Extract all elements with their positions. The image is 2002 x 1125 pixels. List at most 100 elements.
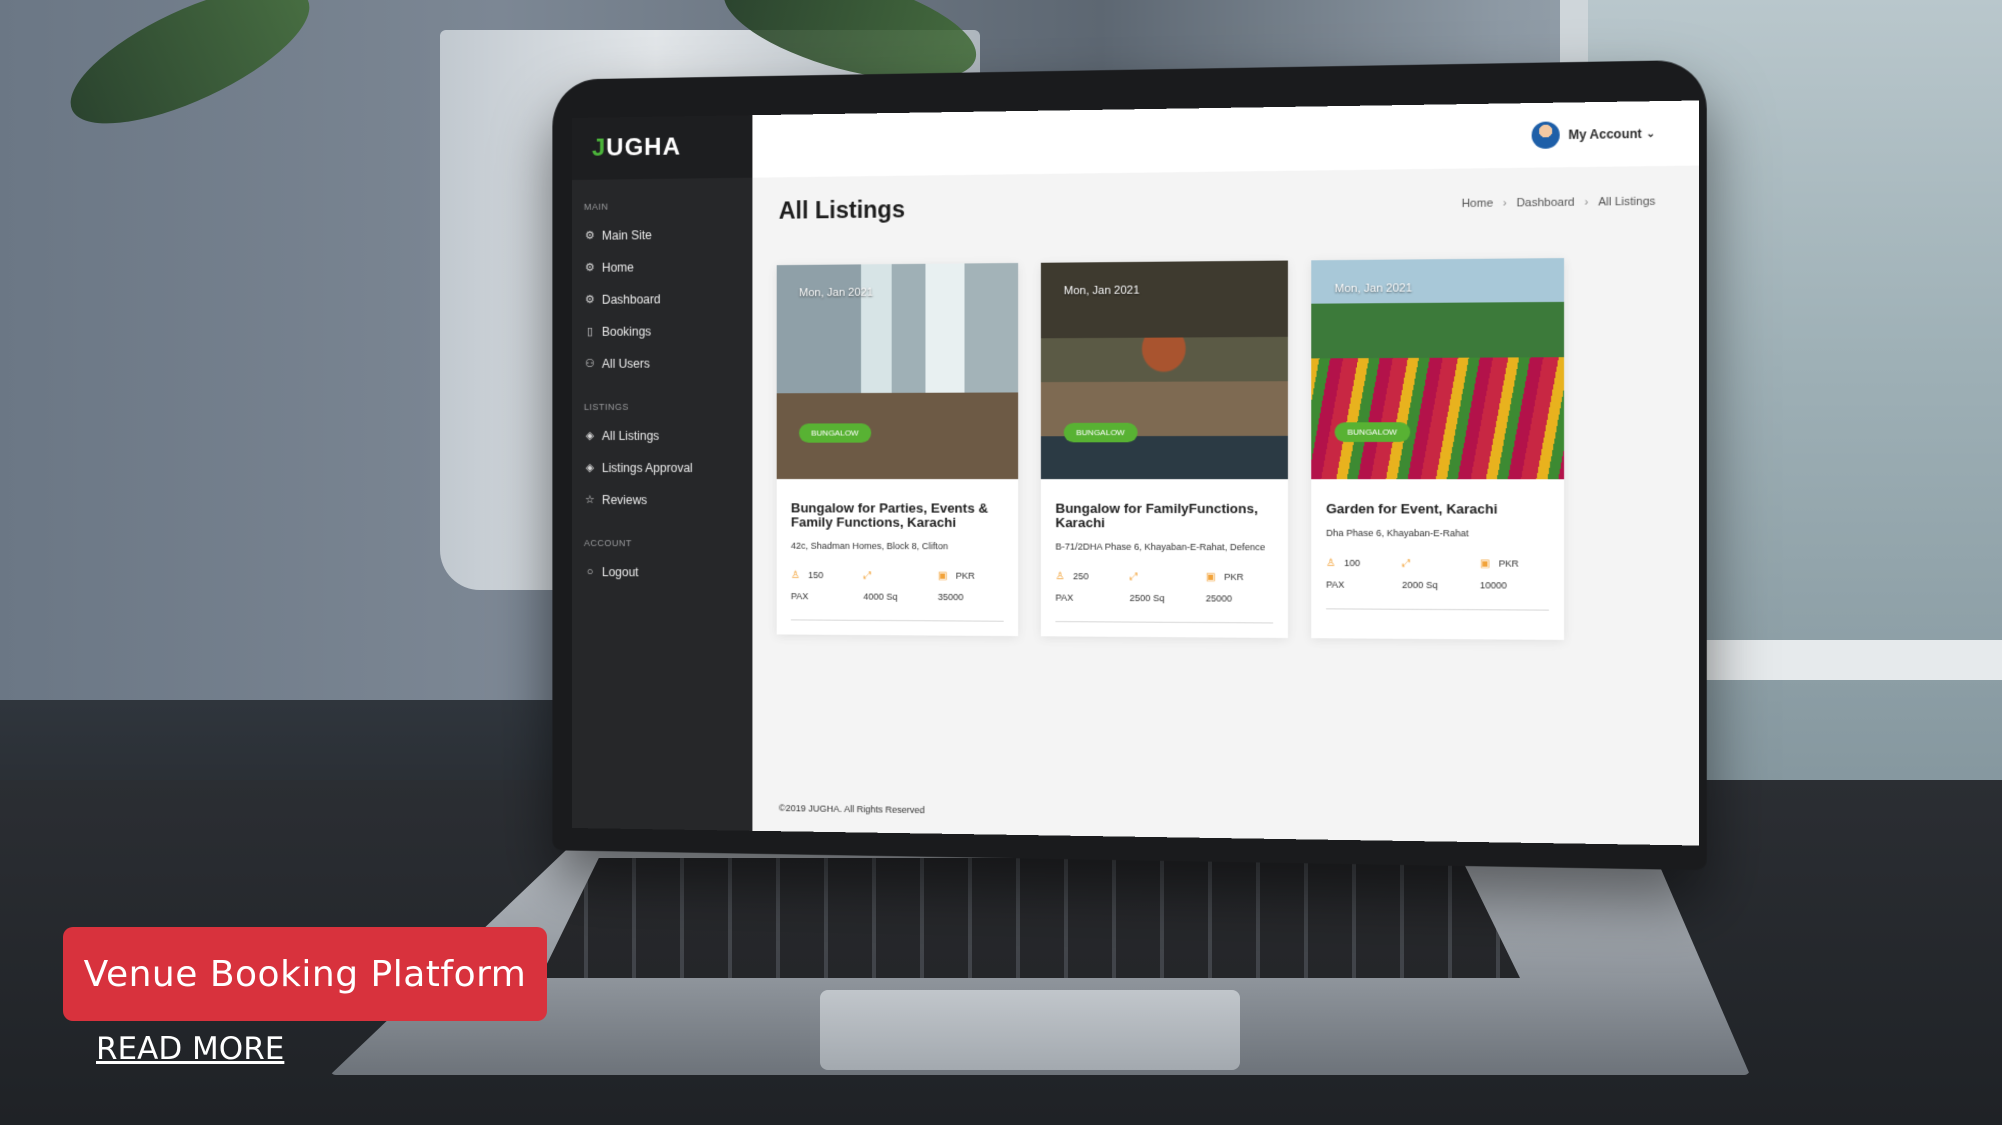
footer-copyright: ©2019 JUGHA. All Rights Reserved — [778, 802, 925, 816]
sidebar-item-label: Main Site — [601, 228, 652, 243]
sidebar-item-label: Reviews — [601, 493, 648, 508]
star-icon: ☆ — [584, 494, 595, 507]
listing-currency: PKR — [1224, 571, 1244, 583]
sidebar-item-all-users[interactable]: ⚇ All Users — [572, 347, 752, 380]
sidebar-item-label: All Users — [601, 356, 650, 371]
listing-price-value: 35000 — [937, 591, 964, 603]
brand-logo[interactable]: J UGHA — [572, 115, 753, 180]
account-menu[interactable]: My Account ⌄ — [1531, 120, 1656, 149]
listing-pax-label: PAX — [1055, 592, 1074, 603]
listing-capacity: ♙ 250 PAX — [1055, 571, 1088, 603]
people-icon: ♙ — [1326, 557, 1336, 570]
cash-icon: ▣ — [937, 570, 948, 582]
listing-date: Mon, Jan 2021 — [1063, 284, 1140, 298]
sidebar-item-dashboard[interactable]: ⚙ Dashboard — [572, 283, 752, 316]
divider — [1055, 621, 1274, 624]
listing-pax-value: 150 — [808, 569, 824, 581]
layers-icon: ◈ — [585, 429, 595, 442]
listing-pax-label: PAX — [790, 591, 809, 602]
sidebar-item-logout[interactable]: ○ Logout — [572, 556, 752, 589]
venue-booking-platform-button[interactable]: Venue Booking Platform — [63, 927, 547, 1021]
listing-title[interactable]: Bungalow for FamilyFunctions, Karachi — [1055, 501, 1273, 531]
listing-pax-value: 250 — [1073, 571, 1089, 582]
sidebar-item-bookings[interactable]: ▯ Bookings — [572, 315, 752, 348]
settings-icon: ⚙ — [584, 293, 595, 306]
layers-icon: ◈ — [585, 461, 595, 475]
listing-pax-label: PAX — [1326, 579, 1345, 590]
listing-capacity: ♙ 150 PAX — [791, 570, 823, 601]
listing-card[interactable]: Mon, Jan 2021 BUNGALOW Garden for Event,… — [1311, 258, 1565, 640]
laptop-screen: J UGHA MAIN ⚙ Main Site ⚙ Home ⚙ Dashboar… — [572, 100, 1700, 846]
breadcrumb-home[interactable]: Home — [1462, 197, 1494, 210]
sidebar-item-label: All Listings — [601, 428, 660, 443]
listing-address: B-71/2DHA Phase 6, Khayaban-E-Rahat, Def… — [1055, 541, 1266, 553]
divider — [1326, 608, 1549, 611]
sidebar-item-label: Bookings — [601, 324, 652, 339]
listing-area-value: 2500 Sq — [1129, 592, 1165, 604]
listing-price-value: 10000 — [1479, 580, 1507, 591]
sidebar-item-label: Dashboard — [601, 292, 661, 307]
listing-currency: PKR — [1498, 558, 1519, 569]
document-icon: ▯ — [586, 325, 593, 338]
read-more-link[interactable]: READ MORE — [96, 1031, 284, 1067]
people-icon: ♙ — [790, 569, 800, 582]
listing-stats: ♙ 100 PAX ⤢ 2000 Sq ▣ PKR 10000 — [1326, 558, 1549, 591]
area-icon: ⤢ — [1401, 557, 1411, 570]
sidebar-item-main-site[interactable]: ⚙ Main Site — [572, 218, 752, 252]
listing-card[interactable]: Mon, Jan 2021 BUNGALOW Bungalow for Fami… — [1040, 260, 1288, 639]
brand-logo-letter: J — [591, 134, 607, 162]
main-content: My Account ⌄ All Listings Home › Dashboa… — [752, 100, 1700, 845]
sidebar-item-listings-approval[interactable]: ◈ Listings Approval — [572, 452, 752, 484]
listing-type-badge: BUNGALOW — [798, 423, 871, 443]
laptop-trackpad — [820, 990, 1240, 1070]
sidebar-item-home[interactable]: ⚙ Home — [572, 250, 752, 284]
chevron-down-icon: ⌄ — [1646, 127, 1656, 140]
listing-body: Bungalow for Parties, Events & Family Fu… — [777, 479, 1018, 636]
listing-card[interactable]: Mon, Jan 2021 BUNGALOW Bungalow for Part… — [776, 262, 1019, 637]
breadcrumb-dashboard[interactable]: Dashboard — [1516, 196, 1574, 209]
sidebar-item-label: Listings Approval — [601, 460, 693, 476]
sidebar-item-reviews[interactable]: ☆ Reviews — [572, 484, 752, 516]
listing-title[interactable]: Bungalow for Parties, Events & Family Fu… — [791, 500, 1004, 530]
listing-date: Mon, Jan 2021 — [1334, 282, 1413, 296]
account-label: My Account — [1568, 126, 1642, 143]
chevron-right-icon: › — [1502, 196, 1507, 210]
area-icon: ⤢ — [863, 570, 872, 582]
listing-stats: ♙ 250 PAX ⤢ 2500 Sq ▣ PKR 25000 — [1055, 571, 1273, 604]
sidebar-heading-main: MAIN — [583, 201, 609, 212]
topbar: My Account ⌄ — [752, 100, 1700, 178]
listing-date: Mon, Jan 2021 — [798, 286, 874, 300]
settings-icon: ⚙ — [584, 229, 595, 242]
cash-icon: ▣ — [1479, 558, 1491, 570]
sidebar-heading-account: ACCOUNT — [583, 538, 632, 549]
listing-body: Garden for Event, Karachi Dha Phase 6, K… — [1311, 479, 1564, 625]
listing-title[interactable]: Garden for Event, Karachi — [1326, 501, 1549, 517]
laptop-keyboard — [540, 858, 1520, 978]
listing-image: Mon, Jan 2021 BUNGALOW — [776, 262, 1019, 480]
area-icon: ⤢ — [1129, 571, 1138, 583]
listing-area-value: 4000 Sq — [863, 591, 898, 602]
listing-stats: ♙ 150 PAX ⤢ 4000 Sq ▣ PKR 35000 — [791, 570, 1004, 602]
power-icon: ○ — [586, 566, 594, 579]
settings-icon: ⚙ — [584, 261, 595, 274]
listing-price: ▣ PKR 25000 — [1206, 572, 1244, 604]
people-icon: ♙ — [1055, 571, 1065, 583]
sidebar-item-all-listings[interactable]: ◈ All Listings — [572, 420, 752, 452]
brand-logo-text: UGHA — [606, 133, 681, 162]
listing-type-badge: BUNGALOW — [1063, 422, 1138, 443]
sidebar-heading-listings: LISTINGS — [583, 401, 629, 412]
chevron-right-icon: › — [1584, 195, 1589, 209]
listing-capacity: ♙ 100 PAX — [1326, 558, 1360, 590]
listing-area: ⤢ 4000 Sq — [863, 570, 897, 602]
listing-price-value: 25000 — [1205, 593, 1233, 604]
listing-address: 42c, Shadman Homes, Block 8, Clifton — [790, 540, 949, 552]
page-title: All Listings — [778, 196, 905, 224]
listing-address: Dha Phase 6, Khayaban-E-Rahat — [1326, 527, 1469, 539]
listing-price: ▣ PKR 10000 — [1480, 558, 1519, 590]
listing-type-badge: BUNGALOW — [1334, 422, 1410, 442]
listing-price: ▣ PKR 35000 — [938, 571, 975, 603]
avatar — [1531, 121, 1560, 149]
listing-cards: Mon, Jan 2021 BUNGALOW Bungalow for Part… — [752, 215, 1699, 641]
divider — [790, 619, 1004, 622]
listing-image: Mon, Jan 2021 BUNGALOW — [1040, 260, 1288, 480]
